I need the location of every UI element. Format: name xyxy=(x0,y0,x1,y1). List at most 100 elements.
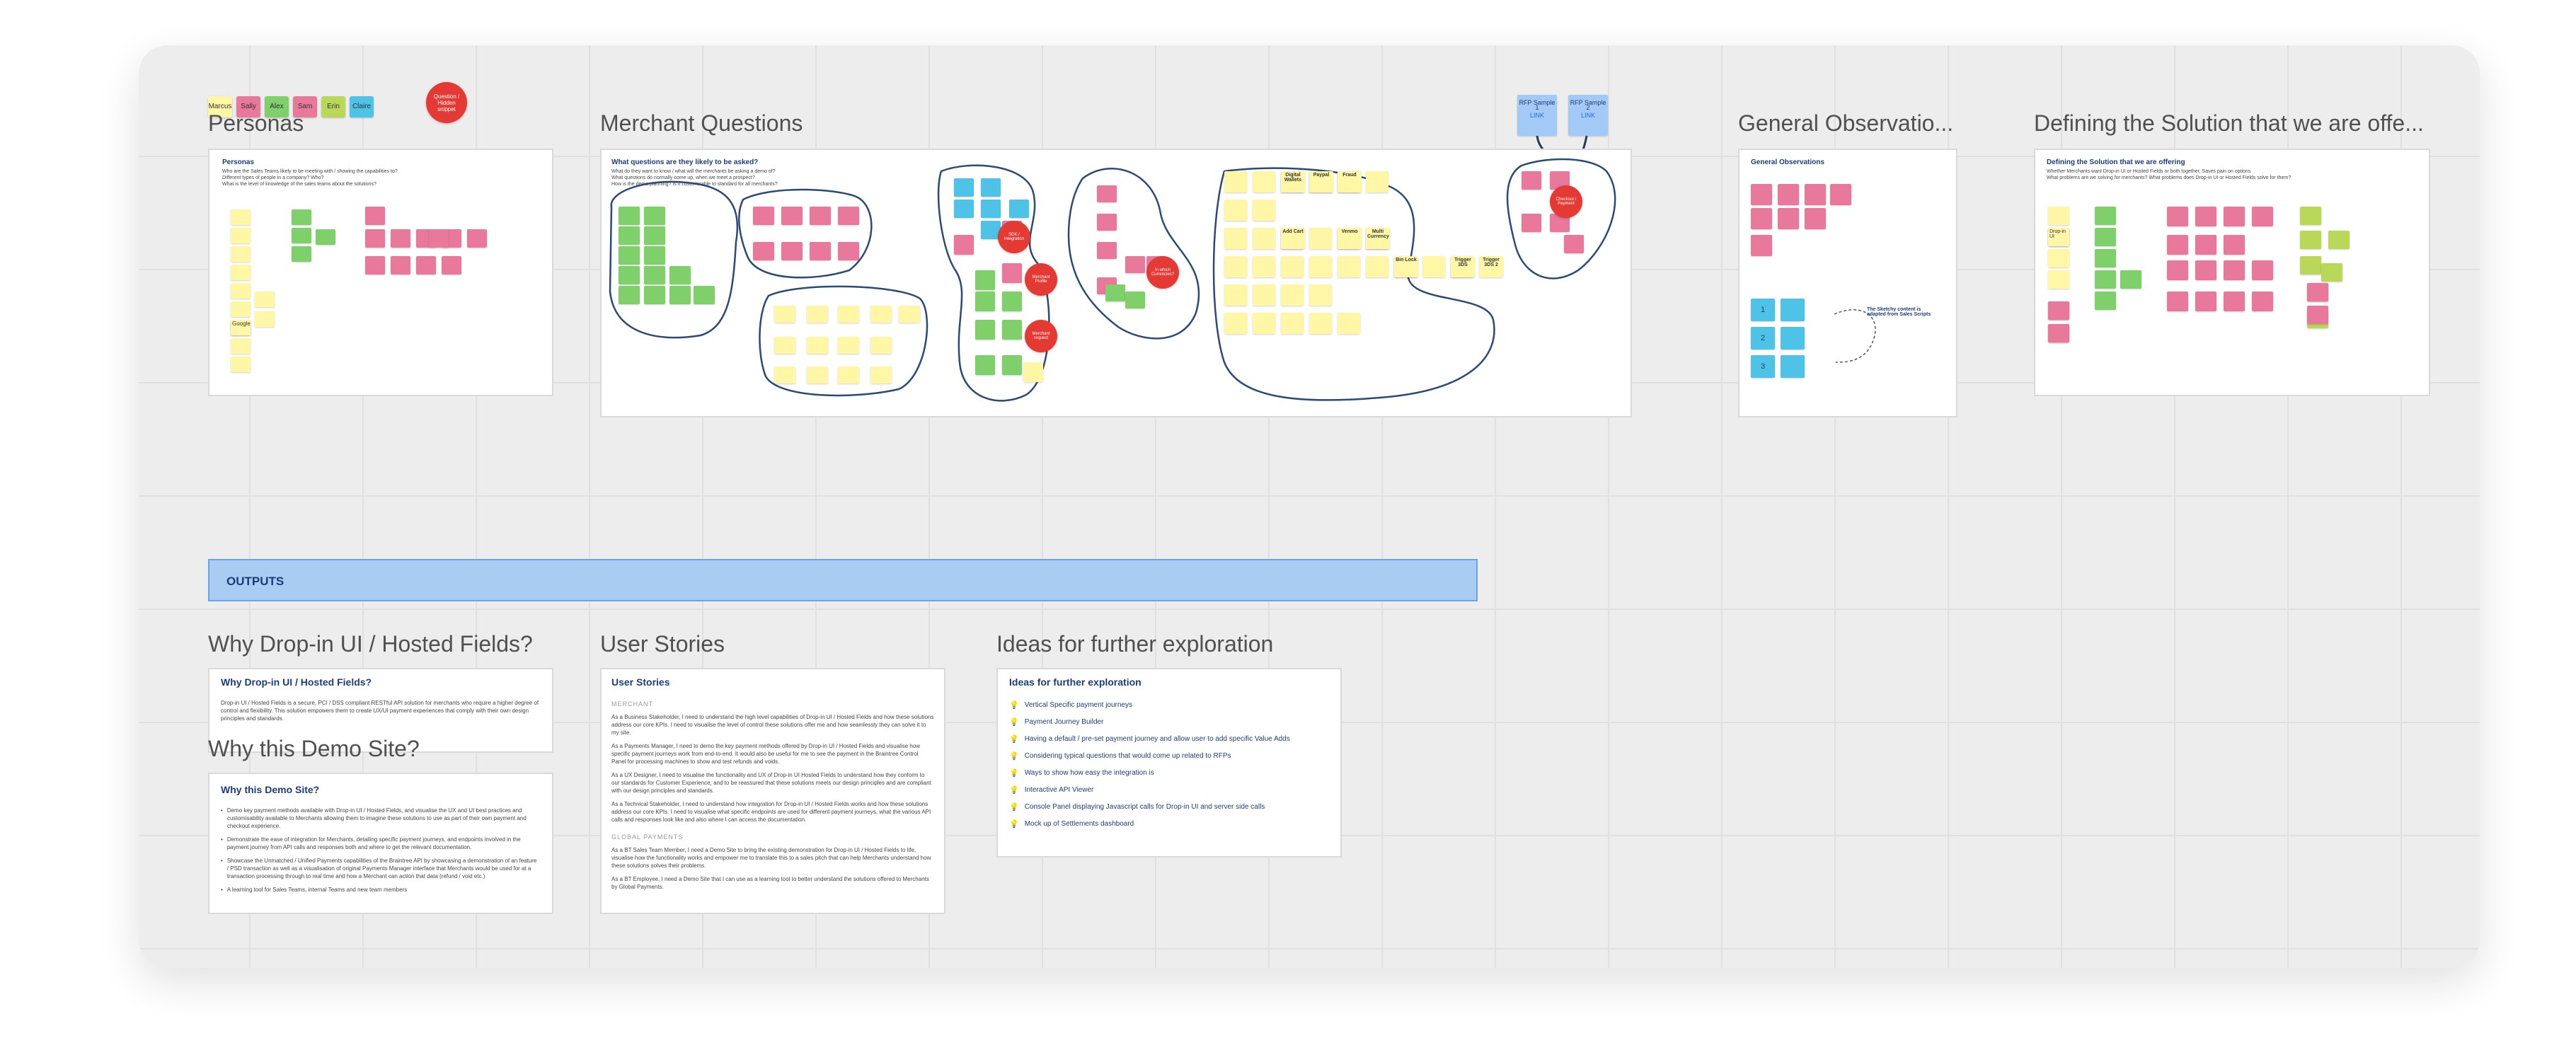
idea-list-item[interactable]: 💡 Interactive API Viewer xyxy=(1009,785,1332,795)
merchant-sticky-note[interactable] xyxy=(1253,284,1275,306)
solution-sticky-note[interactable] xyxy=(2307,283,2328,301)
merchant-sticky-note[interactable] xyxy=(954,178,974,197)
solution-sticky-note[interactable] xyxy=(2167,292,2188,311)
general-observations-frame[interactable]: General Observations 123 The Sketchy con… xyxy=(1738,149,1957,417)
merchant-sticky-note[interactable] xyxy=(975,355,995,375)
merchant-sticky-note[interactable] xyxy=(781,207,803,225)
merchant-sticky-note[interactable] xyxy=(838,242,859,260)
merchant-sticky-note[interactable] xyxy=(619,226,640,245)
merchant-sticky-note[interactable] xyxy=(619,246,640,265)
merchant-sticky-note[interactable] xyxy=(1253,256,1275,277)
merchant-labelled-note[interactable]: Trigger 3DS xyxy=(1451,256,1475,277)
solution-sticky-note[interactable] xyxy=(2252,207,2273,226)
merchant-sticky-note[interactable] xyxy=(644,286,665,304)
persona-sticky-note[interactable] xyxy=(391,256,410,275)
persona-sticky-note[interactable] xyxy=(316,229,335,245)
solution-sticky-note[interactable] xyxy=(2195,260,2216,280)
solution-sticky-note[interactable] xyxy=(2252,292,2273,311)
merchant-labelled-note[interactable]: Paypal xyxy=(1309,171,1333,192)
solution-sticky-note[interactable] xyxy=(2095,249,2116,267)
persona-sticky-note[interactable] xyxy=(255,311,275,327)
merchant-sticky-note[interactable] xyxy=(838,306,859,323)
user-stories-frame-title[interactable]: User Stories xyxy=(600,631,947,657)
merchant-labelled-note[interactable]: Bin Lock xyxy=(1394,256,1418,277)
merchant-sticky-note[interactable] xyxy=(1002,355,1022,375)
merchant-sticky-note[interactable] xyxy=(1309,313,1332,334)
merchant-sticky-note[interactable] xyxy=(954,235,974,255)
merchant-sticky-note[interactable] xyxy=(1023,362,1043,382)
merchant-sticky-note[interactable] xyxy=(1564,235,1584,253)
defining-solution-frame[interactable]: Defining the Solution that we are offeri… xyxy=(2034,149,2430,396)
solution-sticky-note[interactable] xyxy=(2224,292,2245,311)
rfp-sample-1-link[interactable]: LINK xyxy=(1519,112,1556,119)
merchant-sticky-note[interactable] xyxy=(1253,228,1275,249)
persona-sticky-note[interactable] xyxy=(292,228,311,243)
persona-sticky-note[interactable] xyxy=(416,256,436,275)
merchant-sticky-note[interactable] xyxy=(774,337,795,354)
solution-sticky-note[interactable] xyxy=(2307,306,2328,324)
solution-sticky-note[interactable] xyxy=(2048,270,2069,289)
ideas-frame-title[interactable]: Ideas for further exploration xyxy=(996,631,1421,657)
merchant-sticky-note[interactable] xyxy=(1309,228,1332,249)
solution-sticky-note[interactable] xyxy=(2252,260,2273,280)
solution-sticky-note[interactable] xyxy=(2300,231,2321,249)
solution-sticky-note[interactable] xyxy=(2224,207,2245,226)
merchant-sticky-note[interactable] xyxy=(1224,171,1247,192)
idea-list-item[interactable]: 💡 Mock up of Settlements dashboard xyxy=(1009,819,1332,829)
merchant-sticky-note[interactable] xyxy=(619,286,640,304)
merchant-sticky-note[interactable] xyxy=(644,266,665,284)
merchant-sticky-note[interactable] xyxy=(975,270,995,290)
merchant-sticky-note[interactable] xyxy=(807,366,828,383)
persona-sticky-note[interactable] xyxy=(467,229,487,248)
persona-sticky-note[interactable] xyxy=(231,283,251,299)
solution-sticky-note[interactable] xyxy=(2300,256,2321,275)
merchant-sticky-note[interactable] xyxy=(1309,284,1332,306)
merchant-sticky-note[interactable] xyxy=(1224,200,1247,221)
merchant-sticky-note[interactable] xyxy=(838,207,859,225)
solution-sticky-note-dropin[interactable]: Drop-in UI xyxy=(2048,228,2069,246)
persona-sticky-note[interactable] xyxy=(231,357,251,372)
merchant-sticky-note[interactable] xyxy=(870,366,892,383)
merchant-sticky-note[interactable] xyxy=(1105,284,1125,301)
merchant-questions-frame[interactable]: What questions are they likely to be ask… xyxy=(600,149,1632,417)
merchant-red-badge[interactable]: Merchant request xyxy=(1025,320,1057,352)
merchant-sticky-note[interactable] xyxy=(1281,256,1304,277)
merchant-sticky-note[interactable] xyxy=(753,207,774,225)
merchant-sticky-note[interactable] xyxy=(694,286,715,304)
solution-sticky-note[interactable] xyxy=(2048,207,2069,225)
merchant-sticky-note[interactable] xyxy=(1422,256,1445,277)
persona-sticky-note[interactable] xyxy=(231,301,251,317)
persona-sticky-note[interactable] xyxy=(292,209,311,225)
solution-sticky-note[interactable] xyxy=(2224,235,2245,255)
merchant-sticky-note[interactable] xyxy=(1253,171,1275,192)
why-demo-frame[interactable]: Why this Demo Site? • Demo key payment me… xyxy=(208,773,553,914)
merchant-sticky-note[interactable] xyxy=(1253,200,1275,221)
persona-sticky-note[interactable] xyxy=(429,229,449,248)
merchant-sticky-note[interactable] xyxy=(1522,214,1541,232)
merchant-sticky-note[interactable] xyxy=(1097,185,1117,202)
merchant-labelled-note[interactable]: Digital Wallets xyxy=(1281,171,1305,192)
persona-sticky-note[interactable] xyxy=(365,207,385,225)
merchant-sticky-note[interactable] xyxy=(1097,242,1117,259)
solution-sticky-note[interactable] xyxy=(2195,207,2216,226)
merchant-red-badge[interactable]: In which Currencies? xyxy=(1146,256,1179,289)
idea-list-item[interactable]: 💡 Vertical Specific payment journeys xyxy=(1009,700,1332,710)
whiteboard-canvas[interactable]: Marcus Sally Alex Sam Erin Claire Question / … xyxy=(139,45,2480,968)
solution-sticky-note[interactable] xyxy=(2321,263,2342,282)
merchant-sticky-note[interactable] xyxy=(1224,228,1247,249)
merchant-sticky-note[interactable] xyxy=(981,178,1001,197)
solution-sticky-note[interactable] xyxy=(2095,270,2116,289)
merchant-sticky-note[interactable] xyxy=(981,200,1001,218)
solution-sticky-note[interactable] xyxy=(2300,207,2321,225)
merchant-sticky-note[interactable] xyxy=(810,242,831,260)
why-demo-frame-title[interactable]: Why this Demo Site? xyxy=(208,736,555,762)
solution-sticky-note[interactable] xyxy=(2048,249,2069,267)
merchant-sticky-note[interactable] xyxy=(1366,171,1388,192)
idea-list-item[interactable]: 💡 Console Panel displaying Javascript cal… xyxy=(1009,802,1332,812)
idea-list-item[interactable]: 💡 Payment Journey Builder xyxy=(1009,717,1332,727)
merchant-sticky-note[interactable] xyxy=(1009,200,1029,218)
idea-list-item[interactable]: 💡 Considering typical questions that woul… xyxy=(1009,751,1332,761)
solution-sticky-note[interactable] xyxy=(2195,235,2216,255)
merchant-sticky-note[interactable] xyxy=(870,306,892,323)
persona-sticky-note[interactable] xyxy=(365,256,385,275)
